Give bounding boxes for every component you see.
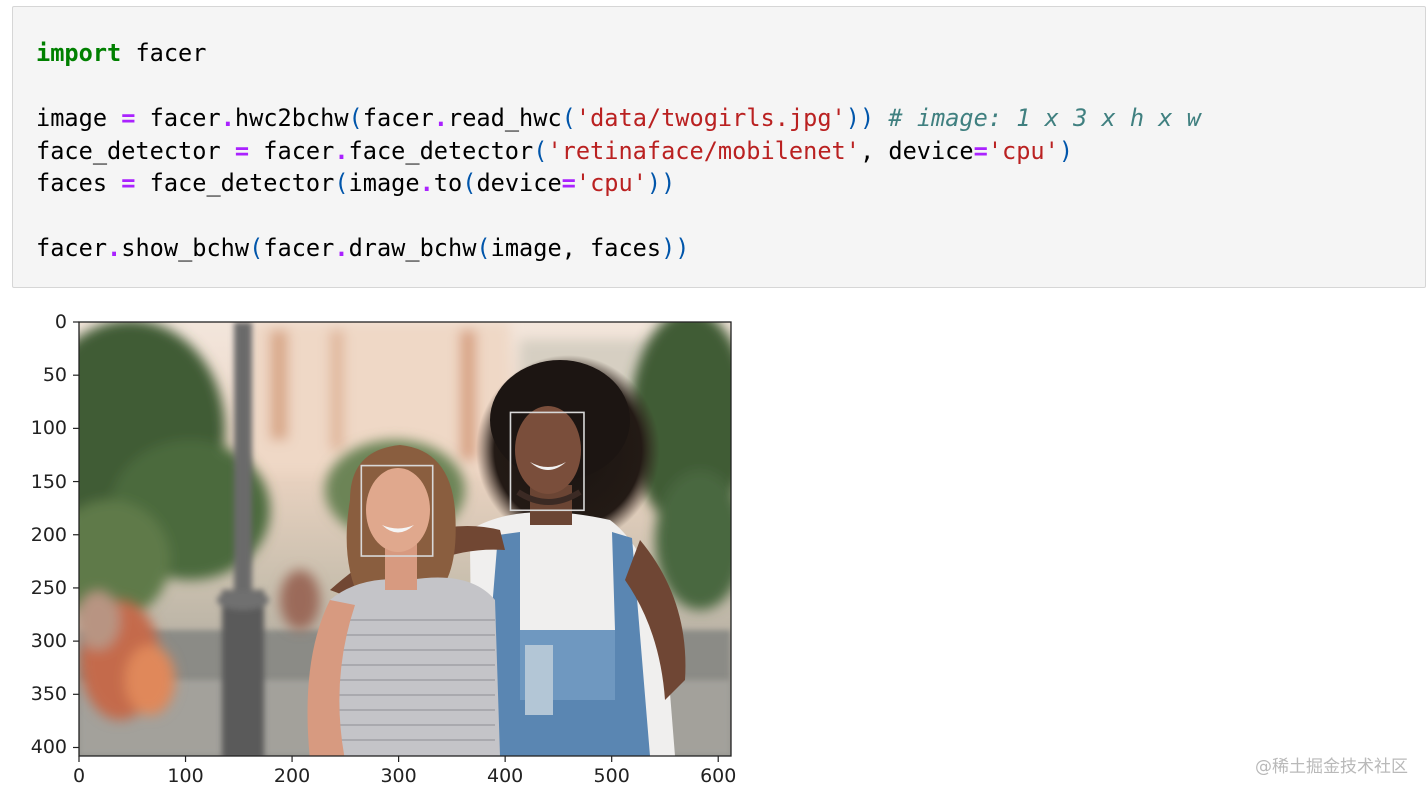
operator-token: . <box>334 136 349 165</box>
code-token: face_detector <box>348 136 534 165</box>
code-token: , device <box>859 136 974 165</box>
y-tick-label: 0 <box>54 311 67 333</box>
code-token: facer <box>121 39 207 67</box>
code-token: draw_bchw <box>348 234 477 262</box>
y-tick-label: 300 <box>30 630 67 653</box>
paren-token: ( <box>348 104 363 132</box>
string-token: 'cpu' <box>575 169 647 197</box>
code-token: faces <box>36 169 122 197</box>
operator-token: . <box>107 234 122 262</box>
paren-token: )) <box>845 104 875 132</box>
x-tick-label: 0 <box>72 765 86 787</box>
operator-token: . <box>334 234 349 262</box>
x-tick-label: 600 <box>700 765 737 787</box>
code-token: facer <box>263 234 335 262</box>
paren-token: ( <box>334 169 349 197</box>
y-tick-label: 250 <box>30 576 67 599</box>
code-token: image <box>36 104 122 132</box>
y-tick-label: 100 <box>30 417 67 440</box>
string-token: 'retinaface/mobilenet' <box>547 136 860 165</box>
operator-token: = <box>973 136 988 165</box>
code-token: to <box>433 169 463 197</box>
string-token: 'data/twogirls.jpg' <box>575 104 846 132</box>
paren-token: ( <box>476 234 491 262</box>
paren-token: )) <box>661 234 690 262</box>
comment-token: # image: 1 x 3 x h x w <box>888 104 1201 132</box>
code-token: face_detector <box>36 136 235 165</box>
x-tick-label: 100 <box>167 765 204 787</box>
string-token: 'cpu' <box>987 136 1059 165</box>
code-token: face_detector <box>135 169 335 197</box>
paren-token: ( <box>561 104 576 132</box>
y-tick-label: 400 <box>30 736 67 759</box>
y-tick-label: 350 <box>30 683 67 706</box>
code-token: device <box>476 169 562 197</box>
code-token: facer <box>362 104 434 132</box>
code-token: image, faces <box>490 234 662 262</box>
code-token: show_bchw <box>121 234 250 262</box>
code-editor[interactable]: import facer image = facer.hwc2bchw(facer… <box>36 37 1201 265</box>
code-cell[interactable]: import facer image = facer.hwc2bchw(facer… <box>12 6 1426 288</box>
code-token: read_hwc <box>448 104 562 132</box>
operator-token: = <box>561 169 576 197</box>
code-token: hwc2bchw <box>234 104 349 132</box>
code-token: facer <box>249 136 335 165</box>
code-line-4: face_detector = facer.face_detector('ret… <box>36 135 1201 168</box>
y-tick-label: 200 <box>30 523 67 546</box>
y-tick-label: 150 <box>30 470 67 493</box>
operator-token: = <box>234 136 250 165</box>
y-tick-label: 50 <box>42 364 67 387</box>
paren-token: )) <box>646 169 676 197</box>
code-line-5: faces = face_detector(image.to(device='c… <box>36 167 1201 200</box>
x-tick-label: 200 <box>273 765 311 787</box>
image-axes <box>73 321 732 762</box>
x-tick-label: 500 <box>593 765 630 787</box>
code-line-3: image = facer.hwc2bchw(facer.read_hwc('d… <box>36 102 1201 135</box>
code-token: facer <box>36 234 108 262</box>
operator-token: = <box>121 104 136 132</box>
paren-token: ( <box>462 169 477 197</box>
operator-token: . <box>220 104 235 132</box>
code-line-7: facer.show_bchw(facer.draw_bchw(image, f… <box>36 232 1201 265</box>
keyword-token: import <box>36 39 122 67</box>
operator-token: = <box>121 169 136 197</box>
x-tick-label: 400 <box>487 765 524 787</box>
paren-token: ( <box>533 136 548 165</box>
paren-token: ) <box>1058 136 1074 165</box>
operator-token: . <box>419 169 434 197</box>
x-tick-label: 300 <box>380 765 417 787</box>
watermark: @稀土掘金技术社区 <box>1255 757 1408 777</box>
operator-token: . <box>433 104 449 132</box>
code-token: facer <box>135 104 221 132</box>
code-line-1: import facer <box>36 37 1201 70</box>
paren-token: ( <box>249 234 264 262</box>
output-plot: 0 50 100 150 200 250 300 350 400 0 100 2… <box>0 300 760 796</box>
photo <box>79 322 731 756</box>
code-token: image <box>348 169 420 197</box>
